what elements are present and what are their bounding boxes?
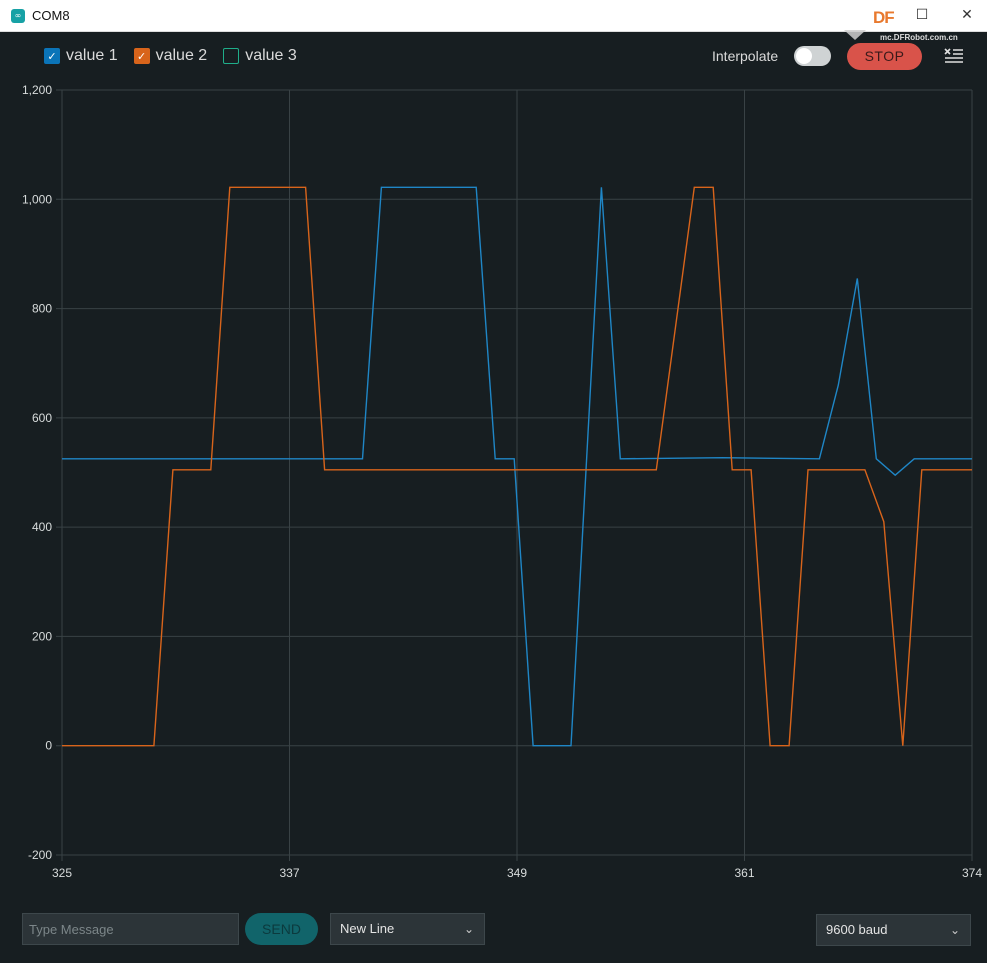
message-input[interactable] xyxy=(22,913,239,945)
legend-value-3[interactable]: value 3 xyxy=(223,47,297,65)
checkbox-checked-icon[interactable]: ✓ xyxy=(44,48,60,64)
line-ending-value: New Line xyxy=(340,921,395,936)
title-bar: ∞ COM8 DF ☐ ✕ xyxy=(0,0,987,32)
line-ending-select[interactable]: New Line ⌄ xyxy=(330,913,485,945)
y-tick-label: 400 xyxy=(32,520,52,534)
chevron-down-icon: ⌄ xyxy=(463,922,474,936)
legend-value-2[interactable]: ✓ value 2 xyxy=(133,47,208,65)
watermark-cube-icon xyxy=(844,30,866,40)
y-tick-label: 1,200 xyxy=(22,83,52,97)
y-tick-label: 200 xyxy=(32,629,52,643)
maximize-button[interactable]: ☐ xyxy=(907,6,937,23)
x-tick-label: 337 xyxy=(279,866,299,880)
legend-label: value 3 xyxy=(245,47,297,64)
window-title: COM8 xyxy=(32,8,70,23)
legend-value-1[interactable]: ✓ value 1 xyxy=(44,47,118,65)
clear-list-icon[interactable] xyxy=(943,46,965,66)
x-tick-label: 349 xyxy=(507,866,527,880)
close-button[interactable]: ✕ xyxy=(952,6,982,23)
interpolate-toggle[interactable] xyxy=(794,46,831,66)
y-tick-label: 800 xyxy=(32,302,52,316)
stop-button[interactable]: STOP xyxy=(847,43,922,70)
y-tick-label: 600 xyxy=(32,411,52,425)
dfrobot-logo: DF xyxy=(873,8,895,27)
y-tick-label: -200 xyxy=(28,848,52,862)
x-tick-label: 325 xyxy=(52,866,72,880)
checkbox-unchecked-icon[interactable] xyxy=(223,48,240,64)
plot-area: 1,200 1,000 800 600 400 200 0 -200 325 337 349 361… xyxy=(22,83,982,880)
legend-label: value 2 xyxy=(155,47,208,64)
y-tick-label: 1,000 xyxy=(22,192,52,206)
series-legend: ✓ value 1 ✓ value 2 value 3 xyxy=(44,47,297,65)
x-tick-label: 361 xyxy=(734,866,754,880)
y-tick-label: 0 xyxy=(45,739,52,753)
arduino-icon: ∞ xyxy=(11,9,25,23)
toggle-knob xyxy=(796,48,812,64)
send-button[interactable]: SEND xyxy=(245,913,318,945)
legend-label: value 1 xyxy=(66,47,118,64)
checkbox-checked-icon[interactable]: ✓ xyxy=(133,48,150,64)
interpolate-label: Interpolate xyxy=(712,48,779,64)
x-tick-label: 374 xyxy=(962,866,982,880)
chevron-down-icon: ⌄ xyxy=(949,923,960,937)
baud-rate-value: 9600 baud xyxy=(826,922,888,937)
baud-rate-select[interactable]: 9600 baud ⌄ xyxy=(816,914,971,946)
watermark-text: mc.DFRobot.com.cn xyxy=(880,33,958,42)
